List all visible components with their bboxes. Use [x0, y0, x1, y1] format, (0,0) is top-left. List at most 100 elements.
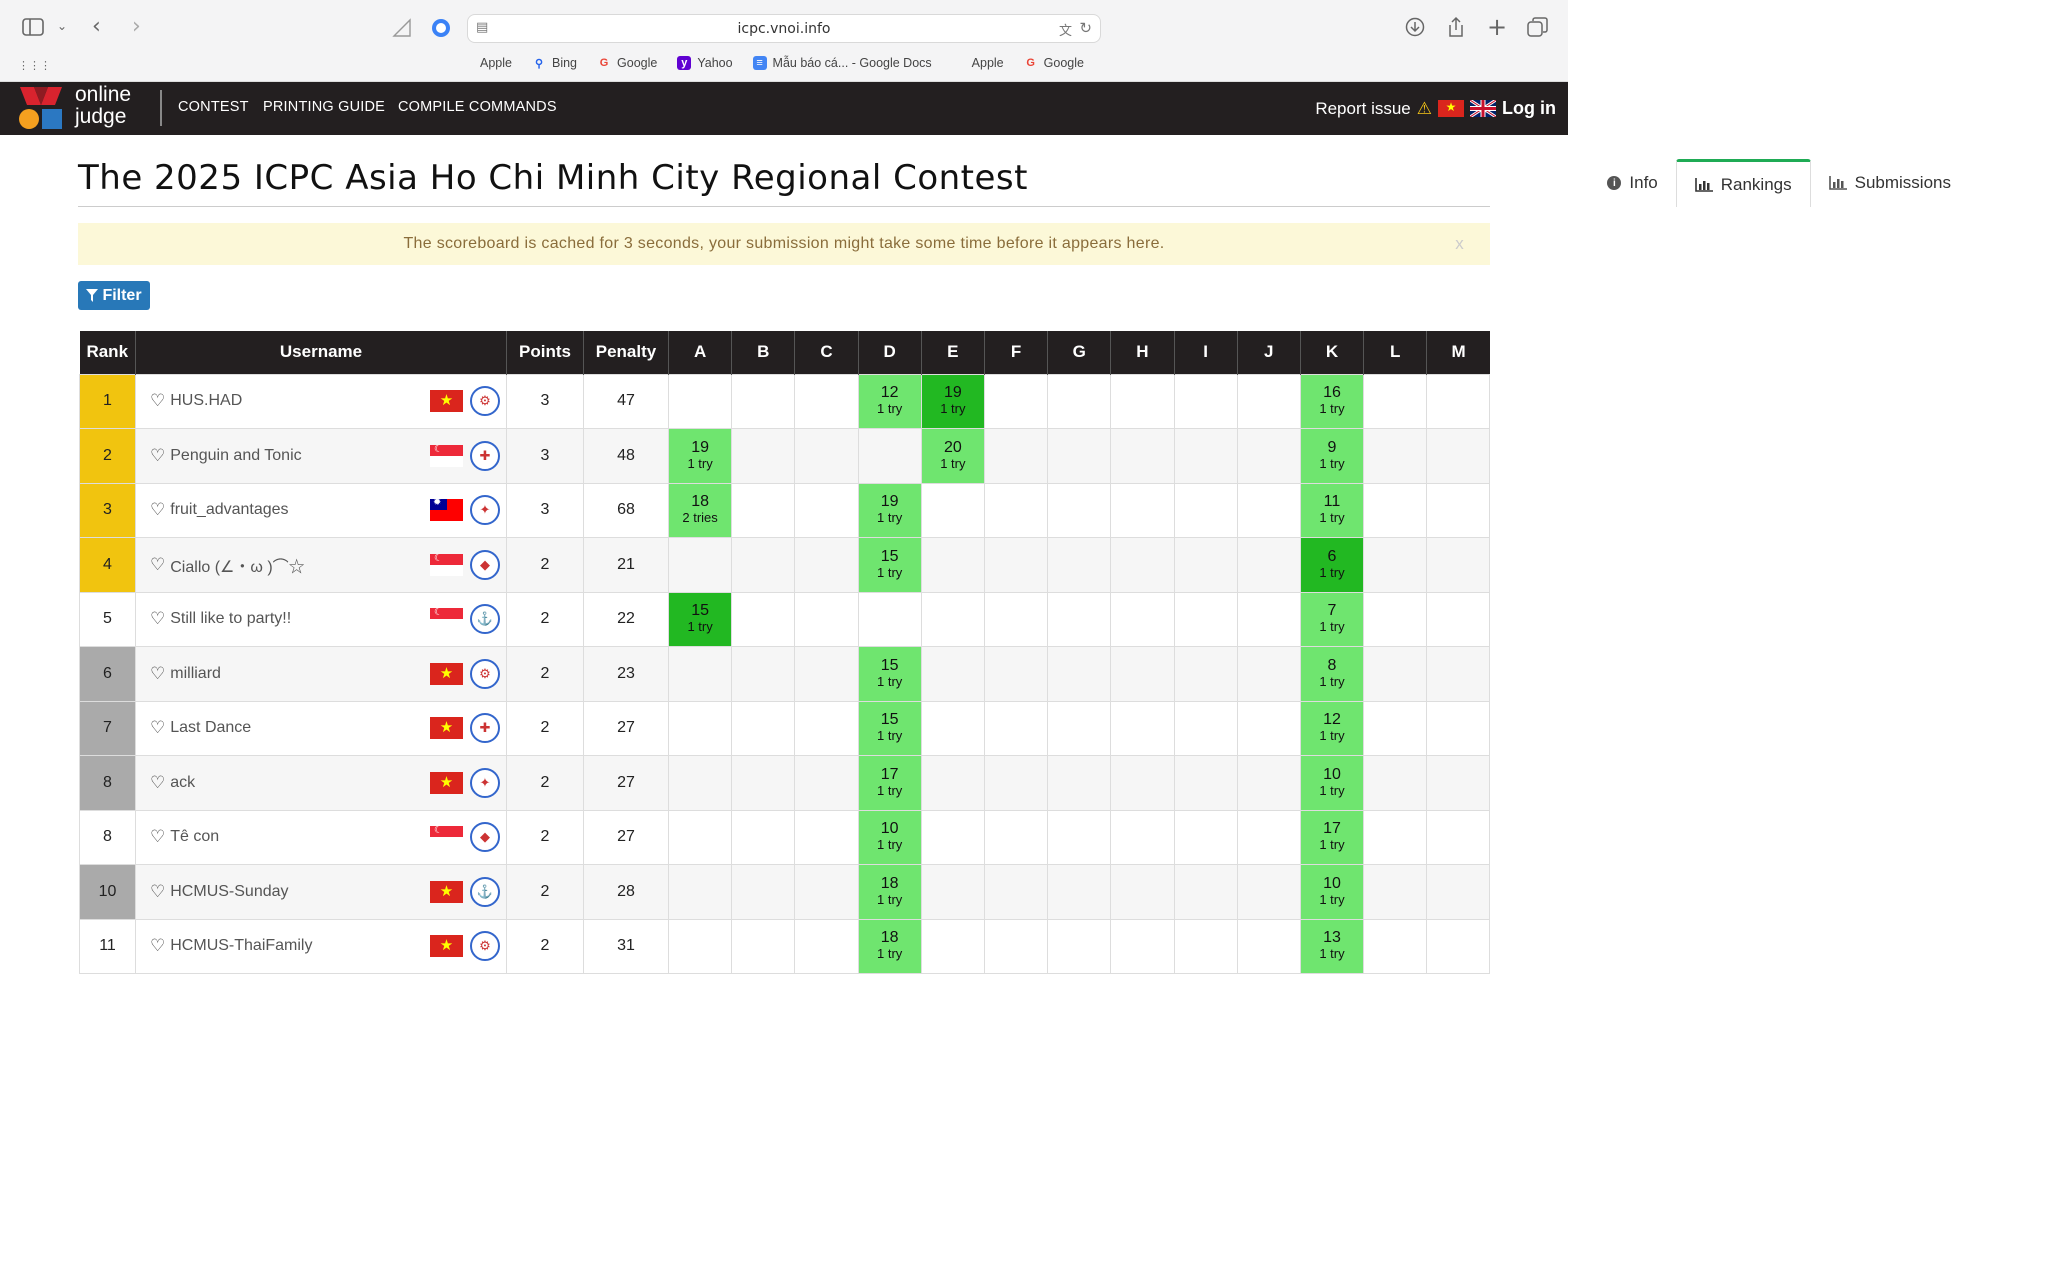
bookmark-apple[interactable]: Apple	[952, 56, 1004, 70]
uk-flag-icon[interactable]	[1470, 100, 1497, 117]
share-icon[interactable]	[1447, 16, 1465, 42]
heart-icon[interactable]: ♡	[150, 936, 165, 956]
nav-contest[interactable]: CONTEST	[178, 99, 249, 115]
header-problem-j[interactable]: J	[1237, 331, 1301, 374]
team-name[interactable]: milliard	[170, 665, 221, 683]
team-name[interactable]: HCMUS-Sunday	[170, 883, 288, 901]
problem-d-result[interactable]: 18 1 try	[857, 918, 922, 974]
problem-k-result[interactable]: 6 1 try	[1299, 537, 1365, 593]
chevron-down-icon[interactable]: ⌄	[57, 20, 67, 32]
bookmark-google[interactable]: G Google	[597, 56, 658, 70]
header-problem-b[interactable]: B	[731, 331, 796, 374]
problem-k-result[interactable]: 16 1 try	[1299, 373, 1365, 429]
problem-d-result[interactable]: 10 1 try	[857, 809, 922, 865]
bookmark-google[interactable]: G Google	[1024, 56, 1084, 70]
problem-k-result[interactable]: 10 1 try	[1299, 864, 1365, 920]
new-tab-icon[interactable]: +	[1487, 15, 1507, 39]
heart-icon[interactable]: ♡	[150, 555, 165, 575]
header-problem-e[interactable]: E	[921, 331, 985, 374]
signal-icon[interactable]	[392, 18, 412, 42]
problem-d-result[interactable]: 15 1 try	[857, 537, 922, 593]
header-problem-i[interactable]: I	[1174, 331, 1238, 374]
heart-icon[interactable]: ♡	[150, 391, 165, 411]
team-name[interactable]: HCMUS-ThaiFamily	[170, 937, 312, 955]
header-problem-l[interactable]: L	[1363, 331, 1428, 374]
team-name[interactable]: Penguin and Tonic	[170, 447, 301, 465]
heart-icon[interactable]: ♡	[150, 609, 165, 629]
problem-d-result[interactable]: 12 1 try	[857, 373, 922, 429]
login-link[interactable]: Log in	[1502, 98, 1556, 119]
report-issue-link[interactable]: Report issue	[1315, 99, 1410, 119]
problem-k-result[interactable]: 17 1 try	[1299, 809, 1365, 865]
problem-k-result[interactable]: 11 1 try	[1299, 482, 1365, 538]
header-problem-a[interactable]: A	[668, 331, 733, 374]
heart-icon[interactable]: ♡	[150, 446, 165, 466]
problem-d-result[interactable]: 17 1 try	[857, 755, 922, 811]
bookmark-apple[interactable]: Apple	[460, 56, 512, 70]
tab-overview-icon[interactable]	[1527, 17, 1549, 41]
problem-k-result[interactable]: 7 1 try	[1299, 591, 1365, 647]
problem-k-result[interactable]: 10 1 try	[1299, 755, 1365, 811]
bookmark-bing[interactable]: ⚲ Bing	[532, 56, 577, 70]
problem-e-result[interactable]: 19 1 try	[920, 373, 985, 429]
username-cell: ♡ Tê con ◆	[135, 809, 507, 865]
problem-d-result[interactable]: 19 1 try	[857, 482, 922, 538]
logo-text[interactable]: online judge	[75, 84, 131, 128]
problem-a-result[interactable]: 18 2 tries	[667, 482, 733, 538]
translate-icon[interactable]: 文	[1059, 20, 1072, 39]
problem-d-result[interactable]: 15 1 try	[857, 646, 922, 702]
problem-k-result[interactable]: 13 1 try	[1299, 918, 1365, 974]
extension-icon[interactable]	[431, 18, 451, 42]
bookmark-docs[interactable]: ≡ Mẫu báo cá... - Google Docs	[752, 56, 932, 70]
problem-a-result[interactable]: 19 1 try	[667, 428, 733, 484]
heart-icon[interactable]: ♡	[150, 500, 165, 520]
header-penalty[interactable]: Penalty	[583, 331, 669, 374]
team-name[interactable]: ack	[170, 774, 195, 792]
team-name[interactable]: Ciallo (∠・ω )⌒☆	[170, 553, 304, 577]
problem-k-result[interactable]: 8 1 try	[1299, 646, 1365, 702]
header-problem-k[interactable]: K	[1300, 331, 1365, 374]
heart-icon[interactable]: ♡	[150, 882, 165, 902]
back-icon[interactable]: ‹	[92, 16, 101, 38]
heart-icon[interactable]: ♡	[150, 718, 165, 738]
close-icon[interactable]: x	[1455, 223, 1464, 265]
problem-k-result[interactable]: 9 1 try	[1299, 428, 1365, 484]
tab-submissions[interactable]: Submissions	[1811, 159, 1969, 207]
header-problem-d[interactable]: D	[858, 331, 922, 374]
tab-rankings[interactable]: Rankings	[1675, 159, 1811, 207]
header-problem-f[interactable]: F	[984, 331, 1049, 374]
problem-d-result[interactable]: 15 1 try	[857, 700, 922, 756]
nav-compile-commands[interactable]: COMPILE COMMANDS	[398, 99, 557, 115]
header-points[interactable]: Points	[506, 331, 584, 374]
team-name[interactable]: Still like to party!!	[170, 610, 291, 628]
heart-icon[interactable]: ♡	[150, 773, 165, 793]
reload-icon[interactable]: ↻	[1079, 19, 1092, 37]
sidebar-toggle-icon[interactable]	[22, 18, 44, 40]
team-name[interactable]: Last Dance	[170, 719, 251, 737]
header-problem-m[interactable]: M	[1426, 331, 1490, 374]
heart-icon[interactable]: ♡	[150, 827, 165, 847]
forward-icon[interactable]: ›	[132, 16, 141, 38]
header-rank[interactable]: Rank	[79, 331, 136, 374]
header-problem-g[interactable]: G	[1047, 331, 1112, 374]
problem-k-result[interactable]: 12 1 try	[1299, 700, 1365, 756]
header-problem-h[interactable]: H	[1110, 331, 1175, 374]
team-name[interactable]: HUS.HAD	[170, 392, 242, 410]
download-icon[interactable]	[1405, 17, 1425, 41]
header-problem-c[interactable]: C	[794, 331, 859, 374]
team-name[interactable]: fruit_advantages	[170, 501, 288, 519]
vietnam-flag-icon[interactable]: ★	[1438, 100, 1465, 117]
problem-a-result[interactable]: 15 1 try	[667, 591, 733, 647]
problem-d-result[interactable]: 18 1 try	[857, 864, 922, 920]
heart-icon[interactable]: ♡	[150, 664, 165, 684]
filter-button[interactable]: Filter	[78, 281, 150, 310]
grid-icon[interactable]: ⋮⋮⋮	[18, 60, 51, 71]
online-judge-logo[interactable]	[18, 85, 64, 131]
address-bar[interactable]: ▤ icpc.vnoi.info 文 ↻	[467, 14, 1101, 43]
bookmark-yahoo[interactable]: y Yahoo	[677, 56, 733, 70]
tab-info[interactable]: i Info	[1589, 159, 1675, 207]
team-name[interactable]: Tê con	[170, 828, 219, 846]
nav-printing-guide[interactable]: PRINTING GUIDE	[263, 99, 385, 115]
problem-e-result[interactable]: 20 1 try	[920, 428, 985, 484]
header-username[interactable]: Username	[135, 331, 507, 374]
